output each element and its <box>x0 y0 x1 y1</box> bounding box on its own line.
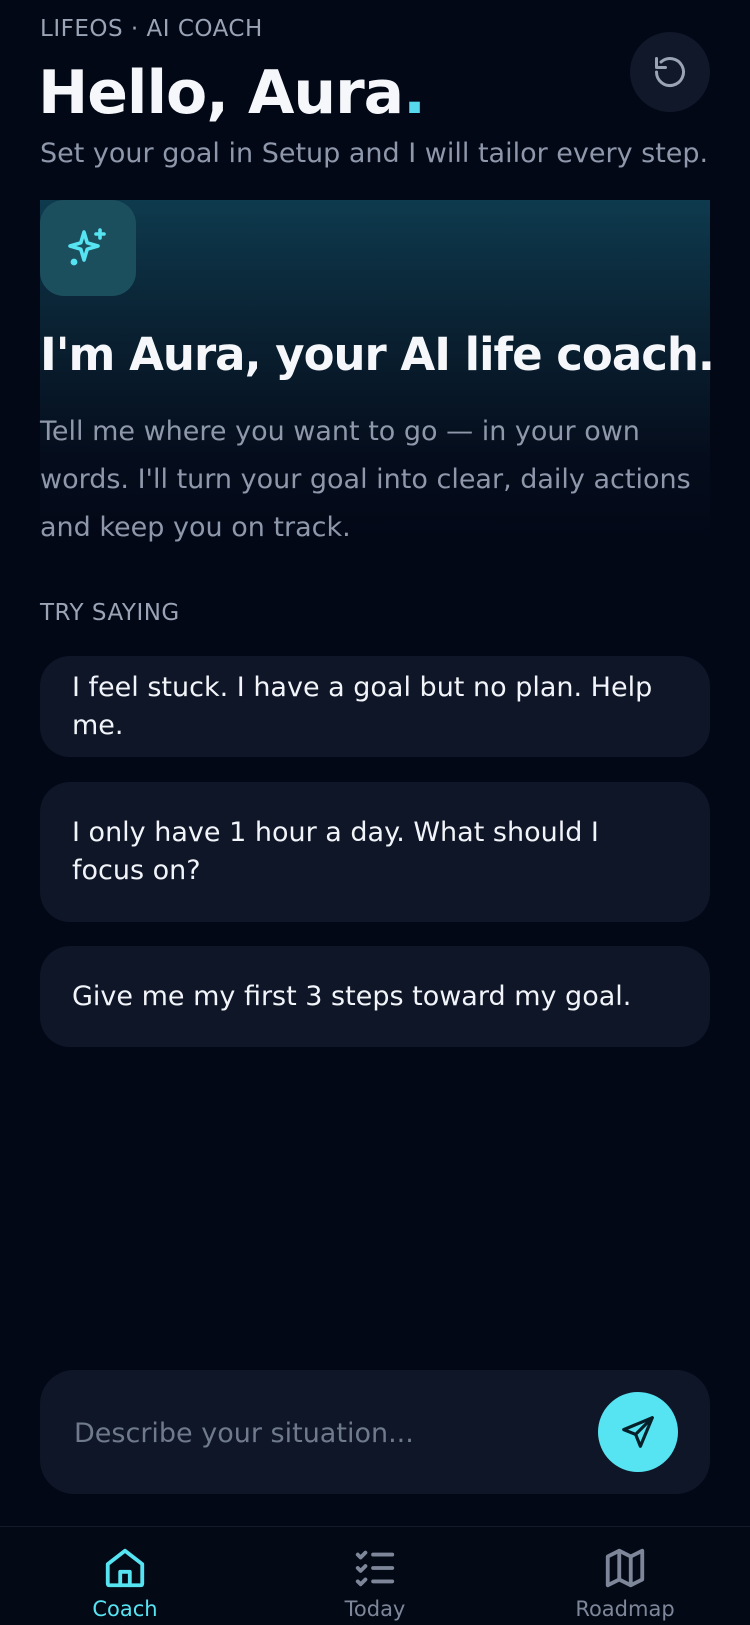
send-icon <box>622 1416 654 1448</box>
coach-intro-body: Tell me where you want to go — in your o… <box>40 416 691 543</box>
coach-intro-card: I'm Aura, your AI life coach. Tell me wh… <box>40 200 715 543</box>
page-title: Hello, Aura. <box>38 58 426 128</box>
reset-button[interactable] <box>630 32 710 112</box>
suggestion-text: Give me my first 3 steps toward my goal. <box>72 980 632 1012</box>
suggestion-chip[interactable]: I feel stuck. I have a goal but no plan.… <box>40 656 710 757</box>
page-title-dot: . <box>403 58 426 128</box>
suggestion-text: I feel stuck. I have a goal but no plan.… <box>72 671 653 741</box>
message-composer <box>40 1370 710 1494</box>
home-icon <box>105 1548 145 1588</box>
suggestion-chip[interactable]: Give me my first 3 steps toward my goal. <box>40 946 710 1047</box>
page-subtitle: Set your goal in Setup and I will tailor… <box>40 138 709 169</box>
app-eyebrow: LIFEOS · AI COACH <box>40 16 263 42</box>
sparkles-icon <box>40 200 136 296</box>
refresh-icon <box>655 57 685 88</box>
nav-label-roadmap: Roadmap <box>575 1597 675 1621</box>
send-button[interactable] <box>598 1392 678 1472</box>
checklist-icon <box>355 1550 395 1587</box>
nav-label-today: Today <box>344 1597 406 1621</box>
nav-item-today[interactable]: Today <box>295 1545 455 1625</box>
suggestion-chip[interactable]: I only have 1 hour a day. What should I … <box>40 782 710 922</box>
bottom-navigation: Coach Today Roadmap <box>0 1526 750 1625</box>
map-icon <box>605 1548 645 1588</box>
suggestions-label: TRY SAYING <box>40 600 180 626</box>
nav-item-roadmap[interactable]: Roadmap <box>545 1545 705 1625</box>
coach-intro-title: I'm Aura, your AI life coach. <box>40 328 715 381</box>
nav-item-coach[interactable]: Coach <box>45 1545 205 1625</box>
page-title-text: Hello, Aura <box>38 58 404 128</box>
message-input[interactable] <box>72 1400 596 1466</box>
nav-label-coach: Coach <box>92 1597 158 1621</box>
suggestion-text: I only have 1 hour a day. What should I … <box>72 817 599 886</box>
